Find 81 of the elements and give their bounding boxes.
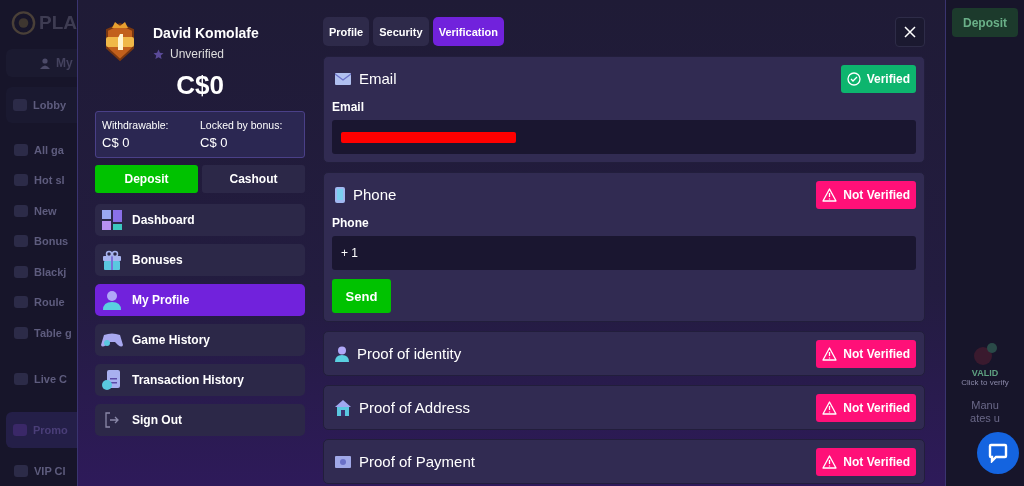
verification-badge: Verified (840, 64, 916, 93)
menu-item[interactable]: Transaction History (95, 364, 305, 396)
nav-item[interactable]: VIP Cl (0, 455, 77, 486)
verification-status: Unverified (170, 47, 225, 61)
warning-icon (822, 187, 838, 202)
envelope-icon (335, 72, 351, 85)
locked-label: Locked by bonus: (200, 119, 284, 131)
menu-item[interactable]: Dashboard (95, 204, 305, 236)
send-button[interactable]: Send (332, 279, 391, 313)
menu-item[interactable]: Bonuses (95, 244, 305, 276)
close-icon (904, 25, 916, 38)
valid-hint: Click to verify (961, 378, 1009, 387)
close-button[interactable] (895, 16, 925, 47)
section-title: Proof of Payment (359, 453, 476, 470)
nav-icon (13, 202, 29, 219)
gamepad-icon (101, 332, 123, 348)
nav-item[interactable]: Live C (0, 363, 77, 395)
nav-item[interactable]: Hot sl (0, 165, 77, 196)
verification-badge: Not Verified (816, 447, 916, 476)
nav-icon (13, 233, 29, 250)
phone-icon (335, 186, 345, 203)
nav-icon (13, 371, 29, 388)
nav-item[interactable]: Table g (0, 317, 77, 348)
nav-item[interactable]: New (0, 195, 77, 227)
cashout-button[interactable]: Cashout (202, 165, 305, 193)
house-icon (335, 399, 351, 416)
email-field[interactable] (332, 120, 916, 154)
user-icon (40, 57, 50, 69)
nav-icon (12, 97, 28, 114)
background-text: Manu (971, 399, 999, 411)
chat-button[interactable] (977, 432, 1019, 474)
user-icon (335, 345, 349, 362)
document-clock-icon (101, 370, 123, 390)
balance-amount: C$0 (175, 70, 225, 101)
chat-icon (988, 443, 1008, 463)
verification-badge: Not Verified (816, 393, 916, 422)
nav-icon (13, 172, 29, 189)
warning-icon (822, 346, 838, 361)
star-icon (153, 48, 164, 60)
nav-item[interactable]: Lobby (6, 87, 77, 123)
deposit-button[interactable]: Deposit (95, 165, 198, 193)
nav-item[interactable]: Roule (0, 287, 77, 318)
section-title: Proof of Address (359, 399, 471, 416)
gift-icon (101, 250, 123, 270)
section-title: Phone (353, 186, 398, 203)
logo-icon (11, 9, 36, 36)
dashboard-icon (101, 210, 123, 230)
verification-badge: Not Verified (816, 339, 916, 368)
nav-icon (13, 142, 29, 158)
warning-icon (822, 400, 838, 415)
menu-item[interactable]: Sign Out (95, 404, 305, 436)
section-title: Email (359, 70, 398, 87)
nav-icon (13, 294, 29, 311)
deposit-button[interactable]: Deposit (952, 8, 1018, 37)
user-name: David Komolafe (153, 25, 259, 41)
warning-icon (822, 454, 838, 469)
withdrawable-label: Withdrawable: (102, 119, 170, 131)
nav-icon (13, 462, 29, 479)
valid-label: VALID (971, 368, 999, 378)
verification-badge: Not Verified (816, 180, 916, 209)
background-text: ates u (970, 412, 1000, 424)
tab[interactable]: Verification (432, 17, 504, 46)
field-label: Phone (332, 216, 370, 230)
nav-item[interactable]: Bonus (0, 226, 77, 257)
field-label: Email (332, 100, 365, 114)
locked-amount: C$ 0 (200, 135, 229, 150)
banknote-icon (335, 455, 351, 468)
nav-item[interactable]: All ga (0, 134, 77, 166)
user-icon (101, 290, 123, 310)
tab[interactable]: Security (373, 17, 429, 46)
tab[interactable]: Profile (323, 17, 370, 46)
menu-item[interactable]: Game History (95, 324, 305, 356)
phone-field[interactable]: + 1 (332, 236, 916, 270)
withdrawable-amount: C$ 0 (102, 135, 131, 150)
section-title: Proof of identity (357, 345, 463, 362)
nav-item[interactable]: Blackj (0, 256, 77, 287)
nav-icon (13, 263, 29, 280)
menu-item[interactable]: My Profile (95, 284, 305, 316)
check-circle-icon (846, 71, 861, 86)
nav-icon (13, 324, 29, 341)
nav-icon (12, 421, 28, 438)
